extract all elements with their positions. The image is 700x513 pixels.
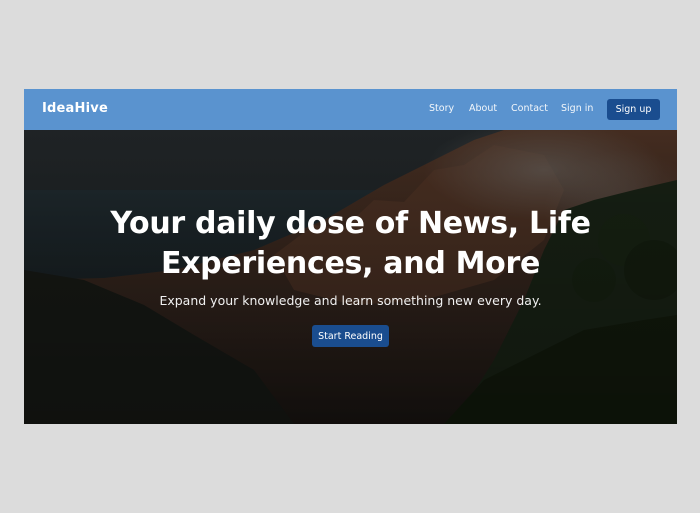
nav-link-sign-in[interactable]: Sign in [561, 103, 593, 114]
nav-link-contact[interactable]: Contact [511, 103, 548, 114]
hero-title: Your daily dose of News, Life Experience… [24, 204, 677, 284]
sign-up-button[interactable]: Sign up [607, 99, 660, 120]
nav-link-story[interactable]: Story [429, 103, 454, 114]
brand-logo[interactable]: IdeaHive [42, 101, 108, 116]
browser-viewport: IdeaHive Story About Contact Sign in Sig… [24, 89, 677, 424]
start-reading-button[interactable]: Start Reading [312, 325, 389, 347]
hero-subtitle: Expand your knowledge and learn somethin… [159, 293, 542, 308]
top-navbar: IdeaHive Story About Contact Sign in Sig… [24, 89, 677, 130]
nav-link-about[interactable]: About [469, 103, 497, 114]
hero-title-line-1: Your daily dose of News, Life [110, 206, 591, 241]
hero-title-line-2: Experiences, and More [160, 246, 541, 281]
hero-section: Your daily dose of News, Life Experience… [24, 130, 677, 424]
